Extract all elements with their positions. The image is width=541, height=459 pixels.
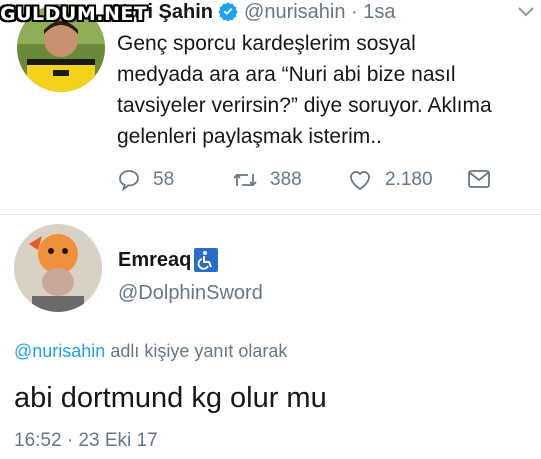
tweet-timestamp[interactable]: 16:52 · 23 Eki 17 <box>14 430 158 452</box>
chevron-down-icon[interactable] <box>517 6 535 18</box>
tweet2-author: Emreaq <box>118 248 219 272</box>
separator: · <box>351 1 358 23</box>
tweet-text-line: Genç sporcu kardeşlerim sosyal <box>117 32 416 55</box>
tweet-actions: 58 388 2.180 <box>0 168 541 196</box>
reply-to-link[interactable]: @nurisahin <box>14 341 105 361</box>
reply-button[interactable]: 58 <box>117 168 174 192</box>
tweet-text: abi dortmund kg olur mu <box>14 382 327 414</box>
reply-context-text: adlı kişiye yanıt olarak <box>105 341 288 361</box>
retweet-icon <box>233 173 257 187</box>
tweet1-header: Nuri Şahin @nurisahin · 1sa <box>113 0 396 24</box>
like-button[interactable]: 2.180 <box>347 168 433 192</box>
reply-icon <box>119 170 139 192</box>
avatar-image <box>14 224 102 312</box>
accessibility-icon <box>194 248 219 272</box>
reply-context: @nurisahin adlı kişiye yanıt olarak <box>14 341 287 362</box>
author-name[interactable]: Emreaq <box>118 249 191 272</box>
dm-icon <box>468 170 490 188</box>
like-icon <box>350 171 370 191</box>
retweet-count: 388 <box>270 169 302 190</box>
divider <box>0 214 541 215</box>
tweet-time[interactable]: 1sa <box>363 1 395 23</box>
avatar[interactable] <box>14 224 102 312</box>
tweet-text-line: medyada ara ara “Nuri abi bize nasıl <box>117 63 456 86</box>
watermark-logo: GULDUM.NET <box>0 3 148 25</box>
author-handle[interactable]: @nurisahin <box>244 1 345 23</box>
direct-message-button[interactable] <box>467 168 503 190</box>
tweet-text-line: gelenleri paylaşmak isterim.. <box>117 125 382 148</box>
like-count: 2.180 <box>385 169 433 190</box>
reply-count: 58 <box>153 169 175 190</box>
retweet-button[interactable]: 388 <box>232 168 302 192</box>
verified-icon <box>218 2 238 21</box>
tweet-text-line: tavsiyeler verirsin?” diye soruyor. Aklı… <box>117 94 492 117</box>
tweet-text: Genç sporcu kardeşlerim sosyal medyada a… <box>117 28 537 152</box>
author-handle[interactable]: @DolphinSword <box>118 282 263 305</box>
